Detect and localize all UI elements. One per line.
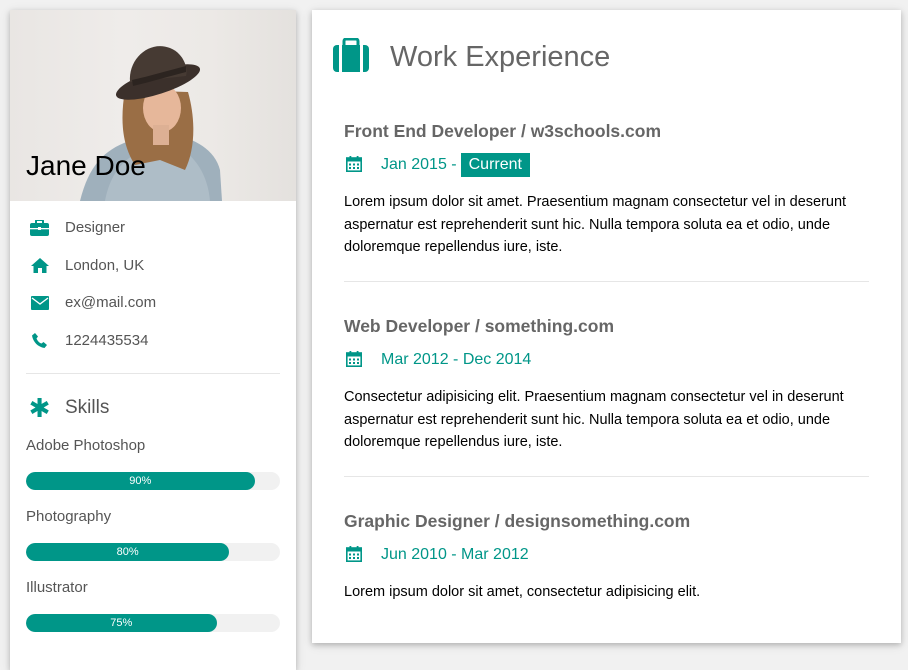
- job-description: Lorem ipsum dolor sit amet, consectetur …: [344, 584, 701, 600]
- info-job: Designer: [65, 219, 126, 237]
- job-entry: Front End Developer / w3schools.com Jan …: [344, 119, 869, 259]
- job-date-row: Jan 2015 - Current: [344, 153, 869, 177]
- skill-bar: 80%: [26, 543, 280, 561]
- skill-bar: 90%: [26, 472, 280, 490]
- job-divider: [344, 476, 869, 477]
- skill-bar-fill: 75%: [26, 614, 217, 632]
- home-icon: [28, 255, 51, 275]
- skill-label: Illustrator: [26, 579, 88, 596]
- skill-label: Adobe Photoshop: [26, 437, 146, 454]
- job-date: Mar 2012 - Dec 2014: [381, 351, 532, 368]
- asterisk-icon: ✱: [28, 393, 51, 423]
- skill-bar-fill: 90%: [26, 472, 255, 490]
- info-row-location: London, UK: [26, 247, 280, 285]
- info-row-job: Designer: [26, 209, 280, 247]
- skill-item: Adobe Photoshop 90%: [26, 436, 280, 490]
- info-location: London, UK: [65, 256, 145, 274]
- section-title: Work Experience: [390, 40, 611, 73]
- job-description: Lorem ipsum dolor sit amet. Praesentium …: [344, 194, 847, 255]
- skill-label: Photography: [26, 508, 112, 525]
- info-phone: 1224435534: [65, 331, 149, 349]
- info-row-phone: 1224435534: [26, 322, 280, 360]
- envelope-icon: [28, 293, 51, 313]
- skill-item: Photography 80%: [26, 507, 280, 561]
- info-row-email: ex@mail.com: [26, 284, 280, 322]
- current-badge: Current: [460, 153, 530, 177]
- skills-heading: ✱ Skills: [26, 388, 280, 428]
- profile-divider: [26, 373, 280, 374]
- job-entry: Web Developer / something.com Mar 2012 -…: [344, 314, 869, 454]
- briefcase-icon: [28, 218, 51, 238]
- skills-title: Skills: [65, 397, 110, 418]
- job-title: Web Developer / something.com: [344, 316, 615, 336]
- job-date-row: Mar 2012 - Dec 2014: [344, 348, 869, 372]
- calendar-icon: [346, 351, 364, 369]
- job-description: Consectetur adipisicing elit. Praesentiu…: [344, 389, 844, 450]
- calendar-icon: [346, 546, 364, 564]
- skill-bar: 75%: [26, 614, 280, 632]
- skill-item: Illustrator 75%: [26, 578, 280, 632]
- job-date: Jun 2010 - Mar 2012: [381, 546, 529, 563]
- skill-bar-fill: 80%: [26, 543, 230, 561]
- job-title: Front End Developer / w3schools.com: [344, 121, 662, 141]
- profile-info: Designer London, UK ex@mail.com 12244355…: [10, 201, 296, 632]
- profile-name: Jane Doe: [26, 150, 146, 181]
- job-entry: Graphic Designer / designsomething.com J…: [344, 509, 869, 604]
- info-email: ex@mail.com: [65, 294, 157, 312]
- profile-photo: Jane Doe: [10, 10, 296, 201]
- job-title: Graphic Designer / designsomething.com: [344, 511, 691, 531]
- work-experience-card: Work Experience Front End Developer / w3…: [312, 10, 901, 643]
- job-date: Jan 2015 -: [381, 156, 457, 173]
- work-experience-heading: Work Experience: [332, 37, 611, 76]
- profile-card: Jane Doe Designer London, UK ex@mail.com…: [10, 10, 296, 670]
- phone-icon: [28, 330, 51, 350]
- job-divider: [344, 281, 869, 282]
- suitcase-icon: [332, 37, 370, 76]
- calendar-icon: [346, 156, 364, 174]
- job-date-row: Jun 2010 - Mar 2012: [344, 543, 869, 567]
